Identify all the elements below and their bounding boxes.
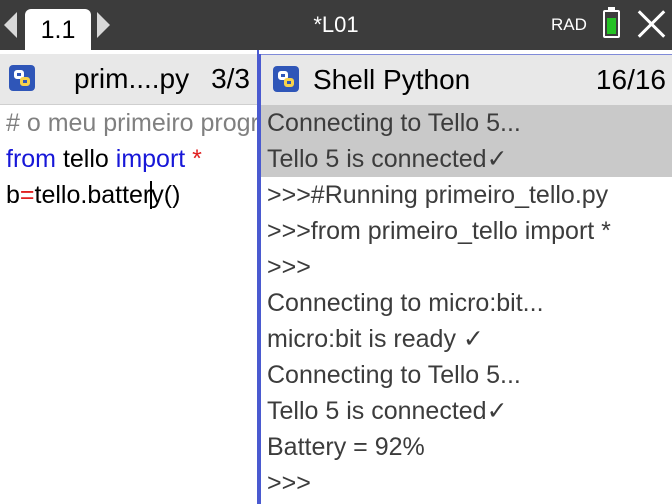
shell-line[interactable]: Tello 5 is connected✓ [261,393,672,429]
code-comment: # o meu primeiro programa [6,109,257,137]
close-icon[interactable] [637,8,667,40]
shell-line[interactable]: >>>from primeiro_tello import * [261,213,672,249]
shell-line[interactable]: >>> [261,465,672,501]
code-identifier: tello.batter [34,181,152,209]
top-bar: 1.1 *L01 RAD [0,0,672,50]
code-operator: * [185,145,202,173]
shell-line[interactable]: micro:bit is ready ✓ [261,321,672,357]
code-identifier: tello [56,145,116,173]
code-operator: = [19,181,35,209]
shell-line[interactable]: Connecting to Tello 5... [261,105,672,141]
shell-line[interactable]: Connecting to Tello 5... [261,357,672,393]
code-identifier: y() [151,181,181,209]
editor-pane[interactable]: prim....py 3/3 # o meu primeiro programa… [0,54,257,504]
shell-output[interactable]: Connecting to Tello 5... Tello 5 is conn… [261,105,672,501]
python-icon [9,65,35,91]
battery-level-fill [607,18,616,34]
battery-icon [603,7,620,38]
editor-header: prim....py 3/3 [0,54,257,105]
code-line[interactable]: # o meu primeiro programa [6,105,257,141]
python-icon [273,66,299,92]
file-name: prim....py [74,63,190,94]
shell-line[interactable]: >>> [261,249,672,285]
shell-line[interactable]: Tello 5 is connected✓ [261,141,672,177]
angle-mode-indicator: RAD [551,15,587,34]
code-keyword: import [115,145,186,173]
shell-line[interactable]: >>>#Running primeiro_tello.py [261,177,672,213]
shell-line[interactable]: Connecting to micro:bit... [261,285,672,321]
shell-header: Shell Python 16/16 [261,54,672,106]
code-line[interactable]: from tello import * [6,141,257,177]
code-line[interactable]: b=tello.battery() [6,177,257,213]
shell-pane[interactable]: Shell Python 16/16 Connecting to Tello 5… [259,54,672,504]
shell-line-count: 16/16 [595,64,666,95]
code-identifier: b [6,181,20,209]
code-keyword: from [6,145,56,173]
shell-line[interactable]: Battery = 92% [261,429,672,465]
file-line-count: 3/3 [211,63,250,94]
shell-title: Shell Python [313,64,471,95]
code-area[interactable]: # o meu primeiro programa from tello imp… [6,105,257,213]
